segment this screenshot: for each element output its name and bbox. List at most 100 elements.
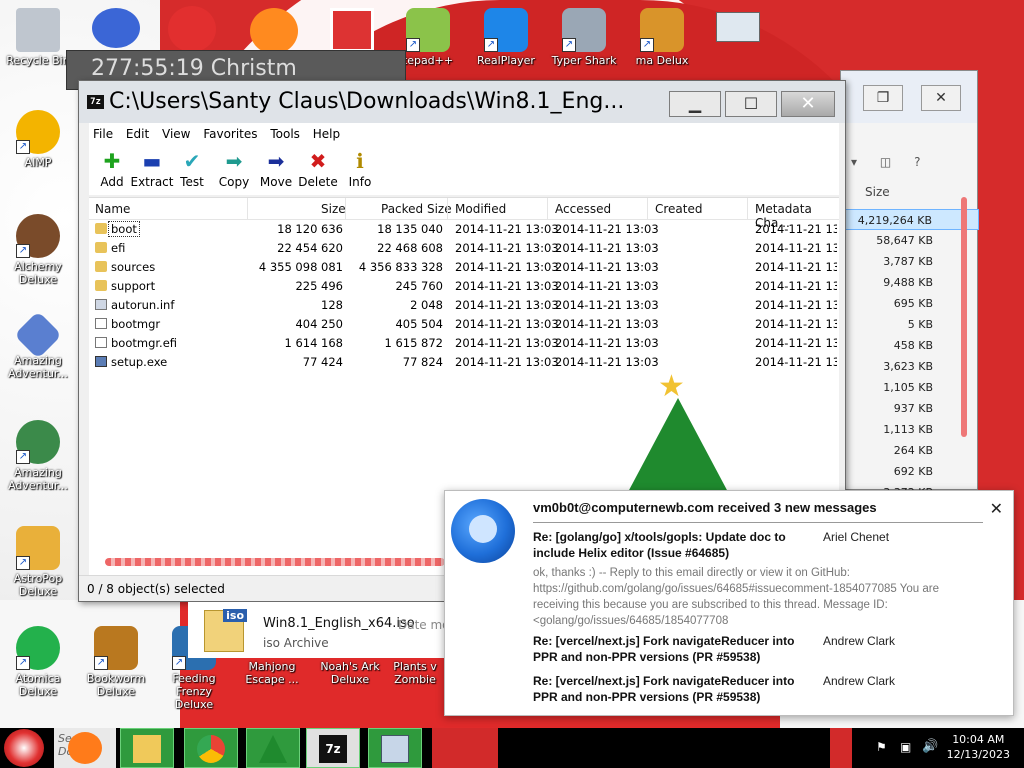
table-row[interactable]: support 225 496 245 760 2014-11-21 13:03… [89, 277, 839, 296]
7zip-app-icon[interactable]: 7z [87, 95, 104, 109]
desktop-icon-alchemy[interactable]: ↗ Alchemy Deluxe [0, 214, 76, 286]
size-cell[interactable]: 9,488 KB [841, 272, 979, 293]
size-cell[interactable]: 1,113 KB [841, 419, 979, 440]
column-modified[interactable]: Modified [455, 202, 506, 216]
desktop-icon-gate-icon[interactable] [330, 8, 374, 52]
network-icon[interactable]: ▣ [900, 740, 911, 754]
desktop-icon-typer-shark[interactable]: ↗ Typer Shark [546, 8, 622, 67]
desktop-icon-red-ball-icon[interactable] [168, 6, 216, 52]
titlebar[interactable]: 7z C:\Users\Santy Claus\Downloads\Win8.1… [79, 81, 845, 123]
start-button[interactable] [4, 729, 44, 767]
taskbar-explorer-window[interactable] [368, 728, 422, 768]
file-packed-size: 2 048 [410, 298, 443, 312]
scrollbar-thumb[interactable] [961, 197, 967, 437]
thunderbird-logo-icon [451, 499, 515, 563]
message-sender: Andrew Clark [823, 634, 896, 648]
size-cell[interactable]: 3,623 KB [841, 356, 979, 377]
file-modified: 2014-11-21 13:03 [455, 355, 559, 369]
size-cell[interactable]: 1,105 KB [841, 377, 979, 398]
divider [533, 522, 983, 523]
extract-button[interactable]: ▬ Extract [127, 145, 177, 193]
copy-button[interactable]: ➡ Copy [213, 145, 255, 193]
desktop-icon-realplayer[interactable]: ↗ RealPlayer [468, 8, 544, 67]
size-cell[interactable]: 695 KB [841, 293, 979, 314]
menu-help[interactable]: Help [309, 123, 345, 141]
test-button[interactable]: ✔ Test [171, 145, 213, 193]
clock-date: 12/13/2023 [946, 748, 1010, 761]
desktop-icon-2-icon[interactable] [92, 8, 140, 48]
file-packed-size: 1 615 872 [384, 336, 443, 350]
file-accessed: 2014-11-21 13:03 [555, 336, 659, 350]
column-created[interactable]: Created [655, 202, 703, 216]
mail-notification[interactable]: vm0b0t@computernewb.com received 3 new m… [444, 490, 1014, 716]
file-size: 18 120 636 [277, 222, 343, 236]
menu-view[interactable]: View [158, 123, 195, 141]
desktop-icon-amazing-adventures-2[interactable]: ↗ Amazing Adventur... [0, 420, 76, 492]
size-cell[interactable]: 692 KB [841, 461, 979, 482]
message-subject[interactable]: Re: [golang/go] x/tools/gopls: Update do… [533, 529, 813, 561]
desktop-icon-aimp[interactable]: ↗ AIMP [0, 110, 76, 169]
size-cell[interactable]: 4,219,264 KB [841, 209, 979, 230]
background-explorer-window[interactable]: ❐ ✕ ▾ ◫ ? Size 4,219,264 KB 58,647 KB 3,… [840, 70, 979, 499]
desktop-icon-noahs-ark[interactable]: Noah's Ark Deluxe [312, 660, 388, 686]
table-row[interactable]: efi 22 454 620 22 468 608 2014-11-21 13:… [89, 239, 839, 258]
delete-button[interactable]: ✖ Delete [297, 145, 339, 193]
speaker-icon[interactable]: 🔊 [922, 739, 938, 754]
file-accessed: 2014-11-21 13:03 [555, 279, 659, 293]
menu-favorites[interactable]: Favorites [199, 123, 262, 141]
desktop-icon-plants-zombies[interactable]: Plants v Zombie [386, 660, 444, 686]
iso-file-item[interactable]: iso Win8.1_English_x64.iso Date mo iso A… [188, 602, 450, 658]
show-hidden-icons[interactable] [830, 728, 852, 768]
column-packed-size[interactable]: Packed Size [381, 202, 452, 216]
table-row[interactable]: setup.exe 77 424 77 824 2014-11-21 13:03… [89, 353, 839, 372]
column-size[interactable]: Size [321, 202, 346, 216]
clock[interactable]: 10:04 AM 12/13/2023 [947, 732, 1010, 762]
size-cell[interactable]: 3,787 KB [841, 251, 979, 272]
size-cell[interactable]: 264 KB [841, 440, 979, 461]
maximize-button[interactable]: ☐ [725, 91, 777, 117]
desktop-icon-recycle-bin[interactable]: Recycle Bin [0, 8, 76, 67]
table-row[interactable]: autorun.inf 128 2 048 2014-11-21 13:03 2… [89, 296, 839, 315]
table-row[interactable]: boot 18 120 636 18 135 040 2014-11-21 13… [89, 220, 839, 239]
desktop-icon-atomica[interactable]: ↗ Atomica Deluxe [0, 626, 76, 698]
close-icon[interactable]: ✕ [990, 499, 1003, 519]
desktop-icon-label: ma Delux [635, 54, 689, 67]
file-packed-size: 18 135 040 [377, 222, 443, 236]
table-row[interactable]: sources 4 355 098 081 4 356 833 328 2014… [89, 258, 839, 277]
desktop-icon-amazing-adventures-1[interactable]: Amazing Adventur... [0, 310, 76, 380]
desktop-icon-zuma-deluxe[interactable]: ↗ ma Delux [624, 8, 700, 67]
column-accessed[interactable]: Accessed [555, 202, 611, 216]
desktop-icon-window-icon[interactable] [716, 12, 760, 42]
minimize-button[interactable]: ▁ [669, 91, 721, 117]
restore-button[interactable]: ❐ [863, 85, 903, 111]
desktop-icon-astropop[interactable]: ↗ AstroPop Deluxe [0, 526, 76, 598]
move-button[interactable]: ➡ Move [255, 145, 297, 193]
size-column-header[interactable]: Size [865, 185, 890, 199]
size-cell[interactable]: 58,647 KB [841, 230, 979, 251]
firefox-icon[interactable] [68, 732, 102, 764]
size-cell[interactable]: 5 KB [841, 314, 979, 335]
christmas-tree-gadget[interactable]: ★ [622, 372, 734, 492]
message-subject[interactable]: Re: [vercel/next.js] Fork navigateReduce… [533, 633, 813, 665]
taskbar-tree-gadget[interactable] [246, 728, 300, 768]
column-name[interactable]: Name [95, 202, 130, 216]
desktop-icon-mahjong[interactable]: Mahjong Escape ... [234, 660, 310, 686]
menu-file[interactable]: File [89, 123, 118, 141]
bookworm-icon: ↗ [94, 626, 138, 670]
size-cell[interactable]: 937 KB [841, 398, 979, 419]
desktop-icon-firefox-icon[interactable] [250, 8, 298, 54]
menu-tools[interactable]: Tools [266, 123, 305, 141]
table-row[interactable]: bootmgr 404 250 405 504 2014-11-21 13:03… [89, 315, 839, 334]
desktop-icon-bookworm[interactable]: ↗ Bookworm Deluxe [78, 626, 154, 698]
close-button[interactable]: ✕ [781, 91, 835, 117]
size-cell[interactable]: 458 KB [841, 335, 979, 356]
taskbar-file-explorer[interactable] [120, 728, 174, 768]
menu-edit[interactable]: Edit [122, 123, 154, 141]
close-button[interactable]: ✕ [921, 85, 961, 111]
info-button[interactable]: ℹ Info [339, 145, 381, 193]
table-row[interactable]: bootmgr.efi 1 614 168 1 615 872 2014-11-… [89, 334, 839, 353]
taskbar-7zip[interactable]: 7z [306, 728, 360, 768]
message-subject[interactable]: Re: [vercel/next.js] Fork navigateReduce… [533, 673, 813, 705]
flag-icon[interactable]: ⚑ [876, 740, 887, 754]
taskbar-chrome[interactable] [184, 728, 238, 768]
